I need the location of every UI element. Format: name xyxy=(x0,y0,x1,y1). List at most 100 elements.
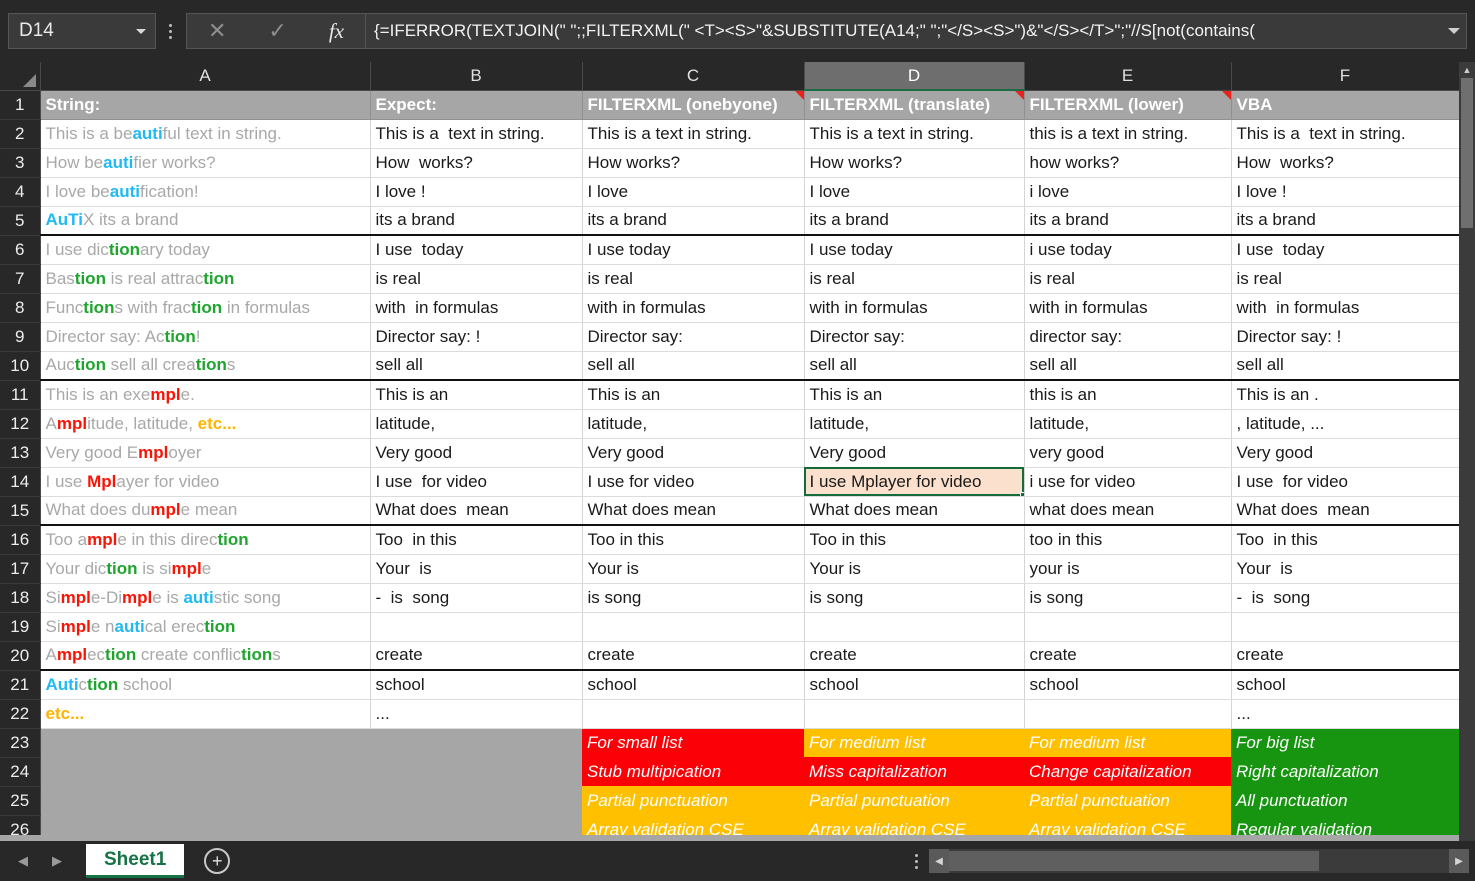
next-sheet-icon[interactable]: ▶ xyxy=(40,844,74,878)
cell-F5[interactable]: its a brand xyxy=(1231,206,1460,236)
cell-B17[interactable]: Your is xyxy=(370,554,583,584)
verdict-cell-D24[interactable]: Miss capitalization xyxy=(804,757,1024,786)
cell-A21[interactable]: Autiction school xyxy=(40,670,371,700)
row-header-2[interactable]: 2 xyxy=(0,119,41,149)
cell-F11[interactable]: This is an . xyxy=(1231,380,1460,410)
column-header-d[interactable]: D xyxy=(804,62,1025,91)
cell-B24[interactable] xyxy=(370,757,582,786)
cell-E7[interactable]: is real xyxy=(1024,264,1232,294)
cell-F21[interactable]: school xyxy=(1231,670,1460,700)
cell-D19[interactable] xyxy=(804,612,1025,642)
cell-E11[interactable]: this is an xyxy=(1024,380,1232,410)
cell-D12[interactable]: latitude, xyxy=(804,409,1025,439)
cell-E21[interactable]: school xyxy=(1024,670,1232,700)
scrollbar-grip-icon[interactable] xyxy=(903,846,929,876)
cell-A11[interactable]: This is an exemple. xyxy=(40,380,371,410)
cell-C22[interactable] xyxy=(582,699,805,729)
fill-handle[interactable] xyxy=(1019,491,1023,495)
cell-B25[interactable] xyxy=(370,786,582,815)
column-header-a[interactable]: A xyxy=(40,62,371,91)
column-header-f[interactable]: F xyxy=(1231,62,1460,91)
cell-D22[interactable] xyxy=(804,699,1025,729)
cell-D2[interactable]: This is a text in string. xyxy=(804,119,1025,149)
row-header-11[interactable]: 11 xyxy=(0,380,41,410)
row-header-18[interactable]: 18 xyxy=(0,583,41,613)
cell-A25[interactable] xyxy=(40,786,370,815)
row-header-6[interactable]: 6 xyxy=(0,235,41,265)
row-header-13[interactable]: 13 xyxy=(0,438,41,468)
cell-C3[interactable]: How works? xyxy=(582,148,805,178)
confirm-formula-icon[interactable]: ✓ xyxy=(262,20,292,42)
vertical-scrollbar[interactable]: ▲ xyxy=(1459,62,1475,841)
verdict-cell-C25[interactable]: Partial punctuation xyxy=(582,786,804,815)
verdict-cell-F23[interactable]: For big list xyxy=(1231,728,1459,757)
cell-B12[interactable]: latitude, xyxy=(370,409,583,439)
cell-A18[interactable]: Simple-Dimple is autistic song xyxy=(40,583,371,613)
cell-D8[interactable]: with in formulas xyxy=(804,293,1025,323)
scroll-left-icon[interactable]: ◀ xyxy=(929,849,949,873)
cell-C14[interactable]: I use for video xyxy=(582,467,805,497)
row-header-8[interactable]: 8 xyxy=(0,293,41,323)
cell-E5[interactable]: its a brand xyxy=(1024,206,1232,236)
cell-D13[interactable]: Very good xyxy=(804,438,1025,468)
horizontal-scrollbar[interactable]: ◀ ▶ xyxy=(929,849,1469,873)
cell-A1[interactable]: String: xyxy=(40,90,371,120)
cell-A4[interactable]: I love beautification! xyxy=(40,177,371,207)
cell-F12[interactable]: , latitude, ... xyxy=(1231,409,1460,439)
cell-F20[interactable]: create xyxy=(1231,641,1460,671)
cell-C4[interactable]: I love xyxy=(582,177,805,207)
name-box[interactable]: D14 xyxy=(8,13,156,49)
cell-F22[interactable]: ... xyxy=(1231,699,1460,729)
cell-D7[interactable]: is real xyxy=(804,264,1025,294)
cancel-formula-icon[interactable]: ✕ xyxy=(202,20,232,42)
cell-C5[interactable]: its a brand xyxy=(582,206,805,236)
cell-C19[interactable] xyxy=(582,612,805,642)
cell-A9[interactable]: Director say: Action! xyxy=(40,322,371,352)
cell-C21[interactable]: school xyxy=(582,670,805,700)
cell-F19[interactable] xyxy=(1231,612,1460,642)
cell-B14[interactable]: I use for video xyxy=(370,467,583,497)
verdict-cell-E24[interactable]: Change capitalization xyxy=(1024,757,1231,786)
row-header-20[interactable]: 20 xyxy=(0,641,41,671)
cell-A3[interactable]: How beautifier works? xyxy=(40,148,371,178)
insert-function-icon[interactable]: fx xyxy=(323,20,350,42)
cell-B23[interactable] xyxy=(370,728,582,757)
cell-A10[interactable]: Auction sell all creations xyxy=(40,351,371,381)
cell-E16[interactable]: too in this xyxy=(1024,525,1232,555)
cell-C10[interactable]: sell all xyxy=(582,351,805,381)
cell-A24[interactable] xyxy=(40,757,370,786)
cell-A2[interactable]: This is a beautiful text in string. xyxy=(40,119,371,149)
cell-B9[interactable]: Director say: ! xyxy=(370,322,583,352)
column-header-e[interactable]: E xyxy=(1024,62,1232,91)
add-sheet-button[interactable]: + xyxy=(204,848,231,874)
cell-D18[interactable]: is song xyxy=(804,583,1025,613)
row-header-10[interactable]: 10 xyxy=(0,351,41,381)
vertical-scroll-thumb[interactable] xyxy=(1461,78,1473,228)
cell-E19[interactable] xyxy=(1024,612,1232,642)
cell-B20[interactable]: create xyxy=(370,641,583,671)
cell-B6[interactable]: I use today xyxy=(370,235,583,265)
cell-F10[interactable]: sell all xyxy=(1231,351,1460,381)
cell-A15[interactable]: What does dumple mean xyxy=(40,496,371,526)
cell-A20[interactable]: Amplection create conflictions xyxy=(40,641,371,671)
cell-B21[interactable]: school xyxy=(370,670,583,700)
chevron-down-icon[interactable] xyxy=(136,29,146,34)
cell-E4[interactable]: i love xyxy=(1024,177,1232,207)
cell-C6[interactable]: I use today xyxy=(582,235,805,265)
cell-E18[interactable]: is song xyxy=(1024,583,1232,613)
column-header-b[interactable]: B xyxy=(370,62,583,91)
cell-E13[interactable]: very good xyxy=(1024,438,1232,468)
row-header-19[interactable]: 19 xyxy=(0,612,41,642)
cell-B4[interactable]: I love ! xyxy=(370,177,583,207)
verdict-cell-E25[interactable]: Partial punctuation xyxy=(1024,786,1231,815)
row-header-24[interactable]: 24 xyxy=(0,757,41,787)
verdict-cell-F25[interactable]: All punctuation xyxy=(1231,786,1459,815)
row-header-22[interactable]: 22 xyxy=(0,699,41,729)
cell-E17[interactable]: your is xyxy=(1024,554,1232,584)
cell-F3[interactable]: How works? xyxy=(1231,148,1460,178)
cell-B19[interactable] xyxy=(370,612,583,642)
row-header-4[interactable]: 4 xyxy=(0,177,41,207)
verdict-cell-D23[interactable]: For medium list xyxy=(804,728,1024,757)
row-header-3[interactable]: 3 xyxy=(0,148,41,178)
cell-A14[interactable]: I use Mplayer for video xyxy=(40,467,371,497)
